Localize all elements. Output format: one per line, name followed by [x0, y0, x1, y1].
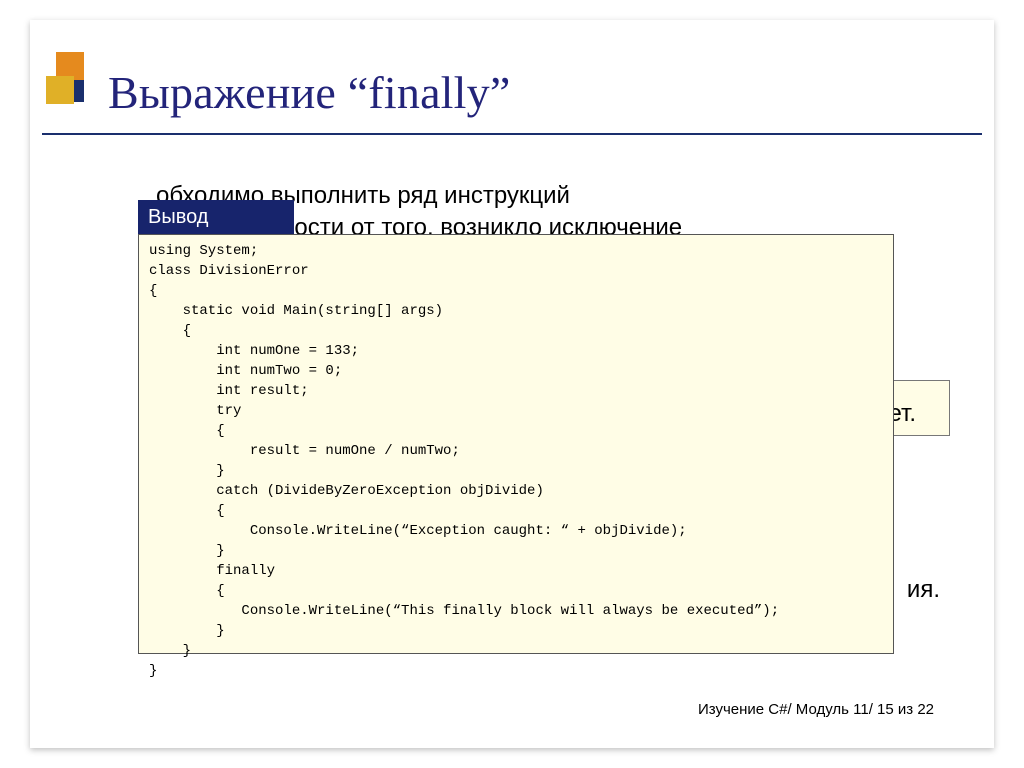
code-block: using System; class DivisionError { stat…	[138, 234, 894, 654]
logo-square-gold	[46, 76, 74, 104]
slide-container: Выражение “finally” обходимо выполнить р…	[30, 20, 994, 748]
footer-pagination: Изучение C#/ Модуль 11/ 15 из 22	[698, 701, 934, 718]
logo-icon	[42, 52, 78, 118]
bg-fragment-right-2: ия.	[907, 576, 940, 604]
slide-title: Выражение “finally”	[108, 66, 510, 119]
title-underline	[42, 133, 982, 135]
output-label: Вывод	[138, 200, 294, 234]
